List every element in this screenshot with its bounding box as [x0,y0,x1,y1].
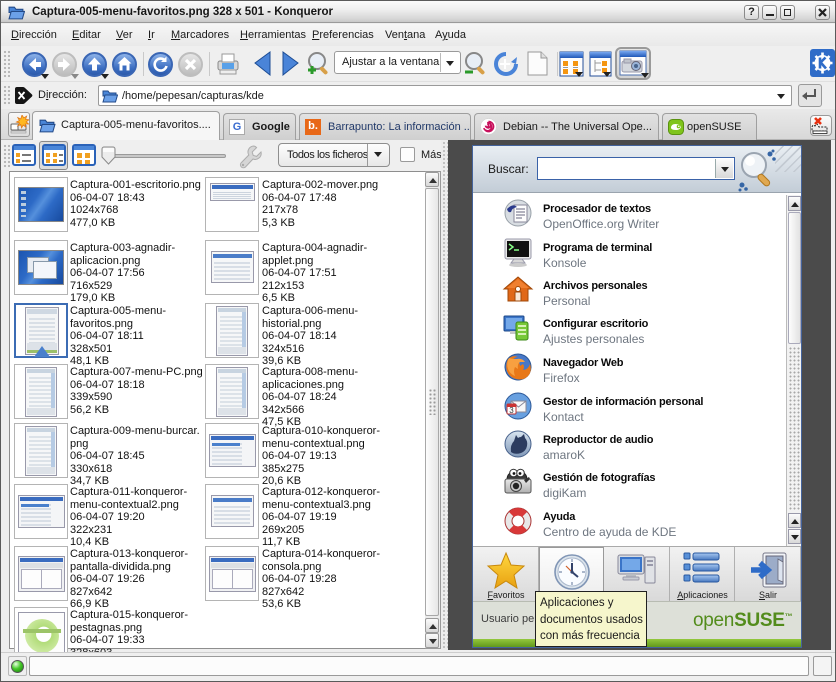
svg-text:3: 3 [509,406,514,415]
